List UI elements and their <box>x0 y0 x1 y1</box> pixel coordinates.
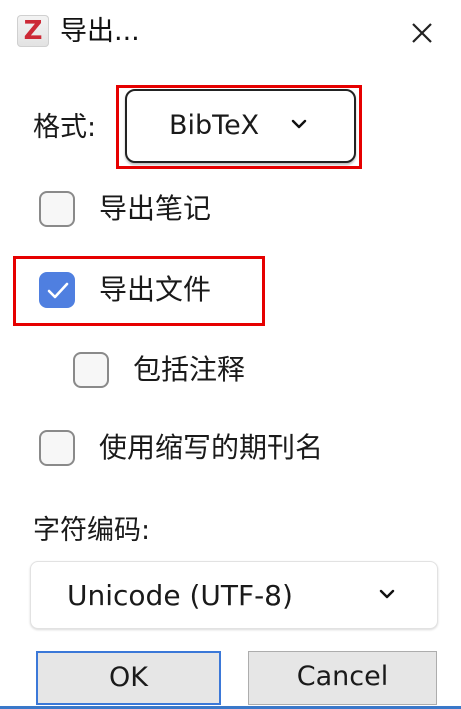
format-selected-value: BibTeX <box>169 110 260 141</box>
window-title: 导出... <box>60 16 140 47</box>
zotero-app-icon: Z <box>17 15 49 47</box>
export-dialog: Z 导出... 格式: BibTeX 导出笔记 导出文件 包括注释 使用缩写的期… <box>0 0 461 709</box>
include-annotations-checkbox[interactable] <box>73 352 109 388</box>
encoding-label: 字符编码: <box>33 515 151 546</box>
ok-button[interactable]: OK <box>36 651 221 705</box>
include-annotations-option[interactable]: 包括注释 <box>73 350 273 394</box>
app-icon-letter: Z <box>23 16 43 46</box>
export-files-label: 导出文件 <box>99 273 212 306</box>
encoding-dropdown[interactable]: Unicode (UTF-8) <box>30 561 438 629</box>
abbreviated-journal-checkbox[interactable] <box>39 430 75 466</box>
close-icon <box>412 23 432 43</box>
encoding-selected-value: Unicode (UTF-8) <box>67 579 293 612</box>
export-files-option[interactable]: 导出文件 <box>39 270 259 314</box>
format-label: 格式: <box>33 112 97 143</box>
abbreviated-journal-label: 使用缩写的期刊名 <box>99 431 324 464</box>
format-dropdown[interactable]: BibTeX <box>125 89 356 163</box>
chevron-down-icon <box>379 589 395 599</box>
checkmark-icon <box>47 282 69 299</box>
abbreviated-journal-option[interactable]: 使用缩写的期刊名 <box>39 428 369 472</box>
export-notes-label: 导出笔记 <box>99 192 212 225</box>
cancel-button[interactable]: Cancel <box>248 651 437 705</box>
close-button[interactable] <box>402 13 442 53</box>
chevron-down-icon <box>291 119 307 129</box>
include-annotations-label: 包括注释 <box>133 353 246 386</box>
export-notes-checkbox[interactable] <box>39 191 75 227</box>
export-notes-option[interactable]: 导出笔记 <box>39 189 259 233</box>
export-files-checkbox[interactable] <box>39 272 75 308</box>
title-bar: Z 导出... <box>0 0 461 66</box>
